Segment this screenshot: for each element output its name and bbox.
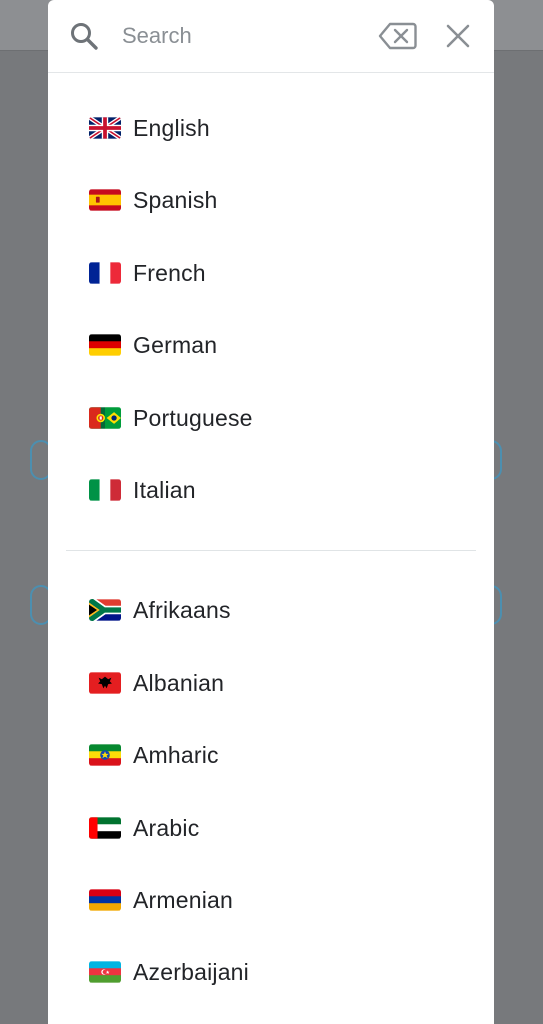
search-input[interactable] (122, 18, 362, 54)
language-item-amharic[interactable]: Amharic (48, 719, 494, 791)
language-label: Azerbaijani (133, 959, 249, 986)
language-label: Armenian (133, 886, 234, 913)
language-label: English (133, 115, 210, 141)
language-label: Albanian (133, 669, 225, 696)
language-label: Italian (133, 476, 196, 503)
language-item-arabic[interactable]: Arabic (48, 792, 494, 864)
language-label: Arabic (133, 814, 200, 841)
flag-albania-icon (89, 672, 121, 694)
language-item-armenian[interactable]: Armenian (48, 864, 494, 936)
flag-uae-icon (89, 816, 121, 839)
language-label: Spanish (133, 187, 218, 214)
language-item-italian[interactable]: Italian (48, 454, 494, 526)
search-bar (48, 0, 494, 73)
language-list: English Spanish French German Portuguese… (48, 92, 494, 1009)
section-divider (66, 550, 476, 552)
flag-uk-icon (89, 117, 121, 139)
language-item-afrikaans[interactable]: Afrikaans (48, 574, 494, 646)
language-label: Amharic (133, 742, 219, 769)
flag-portugal-brazil-icon (89, 406, 121, 429)
language-label: Afrikaans (133, 597, 231, 624)
language-label: German (133, 332, 218, 359)
flag-south-africa-icon (89, 599, 121, 622)
language-picker-dialog: English Spanish French Ger (48, 0, 494, 1024)
language-label: French (133, 259, 206, 286)
flag-france-icon (89, 262, 121, 284)
flag-germany-icon (89, 334, 121, 356)
flag-armenia-icon (89, 889, 121, 911)
flag-italy-icon (89, 479, 121, 501)
close-icon[interactable] (444, 22, 472, 50)
language-item-albanian[interactable]: Albanian (48, 647, 494, 719)
language-item-english[interactable]: English (48, 92, 494, 164)
flag-ethiopia-icon (89, 744, 121, 766)
language-item-french[interactable]: French (48, 237, 494, 309)
language-item-portuguese[interactable]: Portuguese (48, 382, 494, 454)
flag-spain-icon (89, 189, 121, 212)
backspace-clear-icon[interactable] (378, 20, 418, 52)
language-item-german[interactable]: German (48, 309, 494, 381)
language-item-azerbaijani[interactable]: Azerbaijani (48, 936, 494, 1008)
language-label: Portuguese (133, 404, 253, 431)
flag-azerbaijan-icon (89, 961, 121, 983)
search-icon[interactable] (68, 20, 100, 52)
language-item-spanish[interactable]: Spanish (48, 164, 494, 236)
